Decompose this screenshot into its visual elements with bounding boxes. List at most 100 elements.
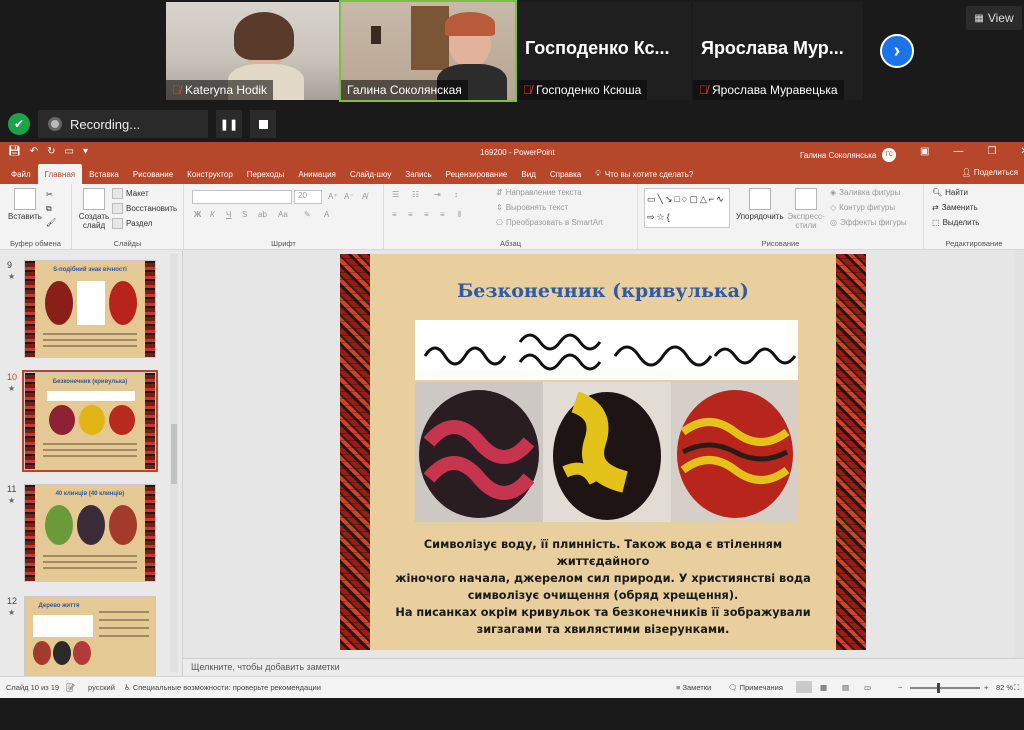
wave-pattern-image[interactable] [415, 320, 798, 380]
tab-record[interactable]: Запись [398, 164, 438, 184]
thumbnails-scrollbar[interactable] [170, 254, 178, 672]
bullets-icon[interactable]: ☰ [392, 190, 399, 199]
slide-body-text[interactable]: Символізує воду, її плинність. Також вод… [380, 536, 826, 638]
tab-transitions[interactable]: Переходы [240, 164, 292, 184]
slide-thumbnail-11[interactable]: 40 клинців (40 клинців) [24, 484, 156, 582]
change-case-icon[interactable]: Aa [278, 210, 288, 219]
zoom-level[interactable]: 82 % [996, 683, 1013, 692]
shapes-gallery[interactable]: ▭ ╲ ↘ □ ○ ▢ △ ⌐ ∿ ⇨ ☆{ [644, 188, 730, 228]
indent-icon[interactable]: ⇥ [434, 190, 441, 199]
view-button[interactable]: ▦ View [966, 6, 1022, 30]
numbering-icon[interactable]: ☷ [412, 190, 419, 199]
justify-icon[interactable]: ≡ [440, 210, 445, 219]
reset-button[interactable]: Восстановить [112, 203, 177, 214]
spacing-icon[interactable]: ab [258, 210, 267, 219]
zoom-in-icon[interactable]: + [984, 683, 988, 692]
format-painter-icon[interactable]: 🖌︎ [46, 218, 56, 227]
participant-tile-4[interactable]: Ярослава Мур... 🎙̸ Ярослава Муравецька [693, 2, 863, 100]
close-icon[interactable]: ✕ [1020, 146, 1024, 157]
fit-to-window-icon[interactable]: ⛶ [1014, 683, 1019, 693]
align-text-button[interactable]: ⇕ Выровнять текст [496, 203, 568, 212]
undo-icon[interactable]: ↶ [30, 146, 38, 157]
participant-tile-3[interactable]: Господенко Кс... 🎙̸ Господенко Ксюша [517, 2, 691, 100]
cut-icon[interactable]: ✂ [46, 190, 53, 199]
replace-button[interactable]: ⇄ Заменить [932, 203, 978, 212]
tab-view[interactable]: Вид [514, 164, 542, 184]
zoom-slider[interactable] [910, 687, 980, 689]
save-icon[interactable]: 💾︎ [8, 146, 21, 157]
account[interactable]: Галина Соколянська ГС [800, 148, 897, 162]
reading-view-icon[interactable]: ▤ [842, 683, 849, 692]
bold-button[interactable]: Ж [194, 210, 201, 219]
columns-icon[interactable]: ⫴ [458, 210, 461, 220]
highlight-icon[interactable]: ✎ [304, 210, 311, 219]
slide-title[interactable]: Безконечник (кривулька) [380, 280, 826, 302]
increase-font-icon[interactable]: A⁺ [328, 192, 338, 201]
slideshow-view-icon[interactable]: ▭ [864, 683, 871, 692]
scrollbar-thumb[interactable] [171, 424, 177, 484]
tab-design[interactable]: Конструктор [180, 164, 240, 184]
strikethrough-button[interactable]: S [242, 210, 247, 219]
minimize-icon[interactable]: — [953, 146, 963, 157]
find-button[interactable]: 🔍︎ Найти [932, 188, 968, 197]
spelling-icon[interactable]: 📝︎ [66, 683, 76, 692]
zoom-slider-handle[interactable] [937, 683, 940, 693]
font-size-field[interactable]: 20 [294, 190, 322, 204]
notes-toggle-button[interactable]: ≡ Заметки [676, 683, 711, 692]
slide-thumbnail-10[interactable]: Безконечник (кривулька) [22, 370, 158, 472]
zoom-out-icon[interactable]: − [898, 683, 902, 692]
select-button[interactable]: ⬚ Выделить [932, 218, 979, 227]
underline-button[interactable]: Ч [226, 210, 231, 219]
share-button[interactable]: 👤︎ Поделиться [961, 168, 1018, 177]
participant-tile-2-active-speaker[interactable]: Галина Соколянская [339, 0, 517, 102]
normal-view-button[interactable] [796, 681, 812, 693]
text-direction-button[interactable]: ⇵ Направление текста [496, 188, 582, 197]
shape-outline-button[interactable]: ◇ Контур фигуры [830, 203, 895, 212]
arrange-button[interactable]: Упорядочить [736, 188, 784, 221]
line-spacing-icon[interactable]: ↕ [454, 190, 458, 199]
tell-me-search[interactable]: 💡︎ Что вы хотите сделать? [588, 164, 700, 184]
font-color-icon[interactable]: A [324, 210, 329, 219]
tab-draw[interactable]: Рисование [126, 164, 180, 184]
italic-button[interactable]: К [210, 210, 215, 219]
customize-toolbar-icon[interactable]: ▾ [83, 146, 88, 157]
slideshow-icon[interactable]: ▭ [64, 146, 73, 157]
section-button[interactable]: Раздел [112, 218, 152, 229]
align-center-icon[interactable]: ≡ [408, 210, 413, 219]
security-shield-icon[interactable]: ✔ [8, 113, 30, 135]
new-slide-button[interactable]: Создать слайд [76, 188, 112, 230]
accessibility-status[interactable]: ♿︎ Специальные возможности: проверьте ре… [124, 683, 321, 692]
tab-file[interactable]: Файл [4, 164, 38, 184]
tab-insert[interactable]: Вставка [82, 164, 126, 184]
tab-help[interactable]: Справка [543, 164, 588, 184]
copy-icon[interactable]: ⧉ [46, 204, 52, 214]
participant-tile-1[interactable]: 🎙̸ Kateryna Hodik [166, 2, 339, 100]
stop-recording-button[interactable] [250, 110, 276, 138]
slide-sorter-icon[interactable]: ▦ [820, 683, 827, 692]
tab-review[interactable]: Рецензирование [439, 164, 515, 184]
shape-effects-button[interactable]: ◎ Эффекты фигуры [830, 218, 907, 227]
clear-formatting-icon[interactable]: A̸ [362, 192, 367, 201]
pause-recording-button[interactable]: ❚❚ [216, 110, 242, 138]
font-name-field[interactable] [192, 190, 292, 204]
paste-button[interactable]: Вставить [8, 188, 42, 221]
layout-button[interactable]: Макет [112, 188, 149, 199]
slide-scrollbar[interactable] [1014, 250, 1024, 658]
quick-styles-button[interactable]: Экспресс-стили [786, 188, 826, 230]
pysanky-photos[interactable] [415, 382, 798, 522]
align-left-icon[interactable]: ≡ [392, 210, 397, 219]
notes-pane[interactable]: Щелкните, чтобы добавить заметки [183, 658, 1024, 676]
next-page-arrow-icon[interactable]: › [880, 34, 914, 68]
slide-thumbnail-9[interactable]: S-подібний знак вічності [24, 260, 156, 358]
language-indicator[interactable]: русский [88, 683, 115, 692]
tab-slideshow[interactable]: Слайд-шоу [343, 164, 398, 184]
smartart-button[interactable]: ⎔ Преобразовать в SmartArt [496, 218, 603, 227]
current-slide[interactable]: Безконечник (кривулька) Символізує воду,… [340, 254, 866, 650]
decrease-font-icon[interactable]: A⁻ [344, 192, 354, 201]
comments-toggle-button[interactable]: 🗨︎ Примечания [728, 683, 783, 692]
align-right-icon[interactable]: ≡ [424, 210, 429, 219]
shape-fill-button[interactable]: ◈ Заливка фигуры [830, 188, 900, 197]
tab-home[interactable]: Главная [37, 164, 83, 184]
slide-thumbnail-12[interactable]: Дерево життя [24, 596, 156, 676]
ribbon-display-icon[interactable]: ▣ [920, 146, 929, 157]
